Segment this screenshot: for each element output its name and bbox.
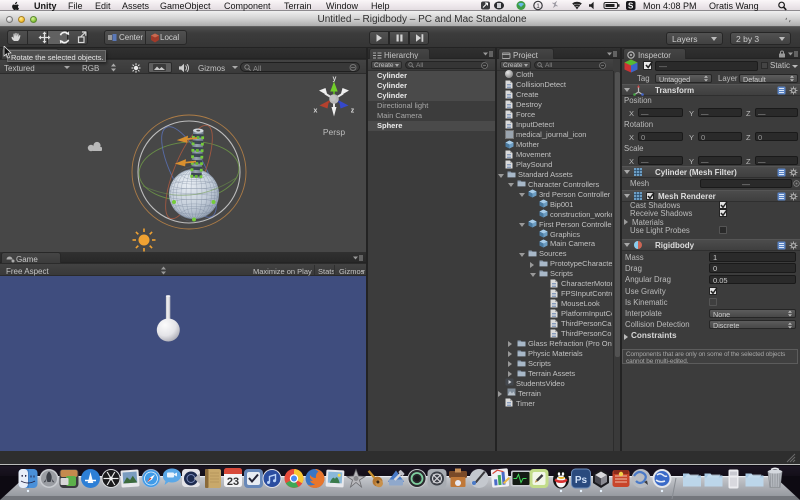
svg-text:y: y xyxy=(333,76,337,83)
svg-text:S: S xyxy=(628,2,634,11)
svg-text:x: x xyxy=(314,108,318,115)
svg-text:Persp: Persp xyxy=(323,127,345,137)
svg-text:z: z xyxy=(351,108,355,115)
svg-text:Ps: Ps xyxy=(575,475,588,486)
svg-text:23: 23 xyxy=(227,476,239,488)
